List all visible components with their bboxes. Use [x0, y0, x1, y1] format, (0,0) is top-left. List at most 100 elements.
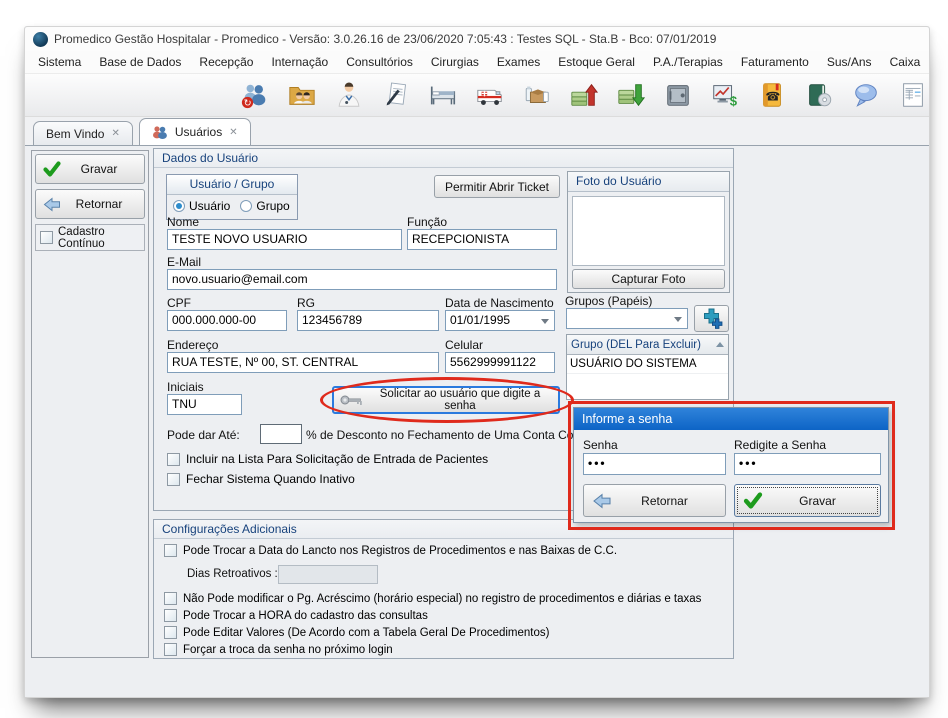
menu-item-consult-rios[interactable]: Consultórios: [337, 52, 422, 72]
menu-item-sistema[interactable]: Sistema: [29, 52, 90, 72]
config-checkbox-3[interactable]: [164, 626, 177, 639]
radio-grupo[interactable]: [240, 200, 252, 212]
menu-item-estoque-geral[interactable]: Estoque Geral: [549, 52, 644, 72]
check-icon: [743, 492, 763, 509]
cadastro-continuo-checkbox[interactable]: [40, 231, 53, 244]
endereco-label: Endereço: [167, 338, 218, 352]
fechar-sistema-option[interactable]: Fechar Sistema Quando Inativo: [167, 472, 355, 486]
config-checkbox-4[interactable]: [164, 643, 177, 656]
window-title: Promedico Gestão Hospitalar - Promedico …: [54, 32, 716, 46]
menu-item-caixa[interactable]: Caixa: [881, 52, 929, 72]
capturar-foto-button[interactable]: Capturar Foto: [572, 269, 725, 289]
data-nascimento-input[interactable]: 01/01/1995: [445, 310, 555, 331]
chat-icon[interactable]: [849, 78, 882, 112]
cpf-input[interactable]: 000.000.000-00: [167, 310, 287, 331]
nome-input[interactable]: TESTE NOVO USUARIO: [167, 229, 402, 250]
phonebook-icon[interactable]: ☎: [755, 78, 788, 112]
rg-input[interactable]: 123456789: [297, 310, 439, 331]
senha-input[interactable]: •••: [583, 453, 726, 475]
iniciais-input[interactable]: TNU: [167, 394, 242, 415]
tab-close-icon[interactable]: ✕: [229, 127, 237, 138]
grupos-combo-dropdown-icon[interactable]: [674, 317, 682, 322]
action-sidebar: Gravar Retornar Cadastro Contínuo: [31, 150, 149, 658]
menu-item-recep-o[interactable]: Recepção: [190, 52, 262, 72]
foto-preview: [572, 196, 725, 266]
solicitar-senha-button[interactable]: Solicitar ao usuário que digite a senha: [332, 386, 560, 414]
fechar-sistema-label: Fechar Sistema Quando Inativo: [186, 472, 355, 486]
funcao-input[interactable]: RECEPCIONISTA: [407, 229, 557, 250]
config-option-1[interactable]: Não Pode modificar o Pg. Acréscimo (horá…: [164, 592, 701, 605]
menu-item-faturamento[interactable]: Faturamento: [732, 52, 818, 72]
celular-input[interactable]: 5562999991122: [445, 352, 555, 373]
email-input[interactable]: novo.usuario@email.com: [167, 269, 557, 290]
menu-item-p-a-terapias[interactable]: P.A./Terapias: [644, 52, 732, 72]
retornar-button[interactable]: Retornar: [35, 189, 145, 219]
money-down-icon[interactable]: [615, 78, 648, 112]
config-option-0[interactable]: Pode Trocar a Data do Lancto nos Registr…: [164, 544, 617, 557]
menu-item-cirurgias[interactable]: Cirurgias: [422, 52, 488, 72]
grupos-combo[interactable]: [566, 308, 688, 329]
capturar-foto-label: Capturar Foto: [611, 272, 685, 286]
svg-text:☎: ☎: [765, 90, 780, 104]
tab-strip: Bem Vindo ✕ Usuários ✕: [25, 117, 929, 145]
users-tab-icon: [152, 125, 168, 139]
manual-icon[interactable]: [802, 78, 835, 112]
config-option-3[interactable]: Pode Editar Valores (De Acordo com a Tab…: [164, 626, 549, 639]
menu-item-interna-o[interactable]: Internação: [262, 52, 337, 72]
tab-usuarios[interactable]: Usuários ✕: [139, 118, 251, 145]
tab-close-icon[interactable]: ✕: [111, 128, 119, 139]
config-option-2[interactable]: Pode Trocar a HORA do cadastro das consu…: [164, 609, 428, 622]
permitir-abrir-ticket-button[interactable]: Permitir Abrir Ticket: [434, 175, 560, 198]
doctor-icon[interactable]: [333, 78, 366, 112]
gravar-button[interactable]: Gravar: [35, 154, 145, 184]
grupo-row[interactable]: USUÁRIO DO SISTEMA: [567, 355, 728, 374]
radio-usuario[interactable]: [173, 200, 185, 212]
tab-usuarios-label: Usuários: [175, 125, 222, 139]
endereco-input[interactable]: RUA TESTE, Nº 00, ST. CENTRAL: [167, 352, 439, 373]
grupos-grid: Grupo (DEL Para Excluir) USUÁRIO DO SIST…: [566, 334, 729, 400]
hospital-bed-icon[interactable]: [427, 78, 460, 112]
patients-folder-icon[interactable]: [286, 78, 319, 112]
finance-icon[interactable]: $: [708, 78, 741, 112]
usuario-grupo-title: Usuário / Grupo: [167, 175, 297, 195]
iniciais-label: Iniciais: [167, 380, 204, 394]
app-window: Promedico Gestão Hospitalar - Promedico …: [24, 26, 930, 698]
fechar-sistema-checkbox[interactable]: [167, 473, 180, 486]
incluir-lista-checkbox[interactable]: [167, 453, 180, 466]
config-checkbox-1[interactable]: [164, 592, 177, 605]
app-logo-icon: [33, 32, 48, 47]
dialog-gravar-button[interactable]: Gravar: [734, 484, 881, 517]
menu-item-exames[interactable]: Exames: [488, 52, 549, 72]
cadastro-continuo-label: Cadastro Contínuo: [58, 226, 140, 250]
cadastro-continuo-option[interactable]: Cadastro Contínuo: [35, 224, 145, 251]
money-up-icon[interactable]: [568, 78, 601, 112]
sort-asc-icon: [716, 342, 724, 347]
safe-icon[interactable]: [661, 78, 694, 112]
config-checkbox-0[interactable]: [164, 544, 177, 557]
menu-item-base-de-dados[interactable]: Base de Dados: [90, 52, 190, 72]
radio-usuario-label: Usuário: [189, 199, 230, 213]
ambulance-icon[interactable]: [474, 78, 507, 112]
incluir-lista-option[interactable]: Incluir na Lista Para Solicitação de Ent…: [167, 452, 488, 466]
incluir-lista-label: Incluir na Lista Para Solicitação de Ent…: [186, 452, 488, 466]
config-label-2: Pode Trocar a HORA do cadastro das consu…: [183, 610, 428, 622]
foto-usuario-box: Foto do Usuário Capturar Foto: [567, 171, 730, 293]
menu-item-sus-ans[interactable]: Sus/Ans: [818, 52, 881, 72]
config-option-4[interactable]: Forçar a troca da senha no próximo login: [164, 643, 393, 656]
radio-grupo-label: Grupo: [256, 199, 289, 213]
supplies-icon[interactable]: [521, 78, 554, 112]
dias-retroativos-input[interactable]: [278, 565, 378, 584]
informe-senha-dialog-title: Informe a senha: [574, 408, 888, 430]
tab-bem-vindo[interactable]: Bem Vindo ✕: [33, 121, 133, 145]
add-grupo-button[interactable]: [694, 305, 729, 332]
report-icon[interactable]: [896, 78, 929, 112]
grupos-grid-header[interactable]: Grupo (DEL Para Excluir): [567, 335, 728, 355]
config-checkbox-2[interactable]: [164, 609, 177, 622]
contract-icon[interactable]: [380, 78, 413, 112]
data-nascimento-label: Data de Nascimento: [445, 296, 554, 310]
redigite-senha-input[interactable]: •••: [734, 453, 881, 475]
date-dropdown-icon[interactable]: [541, 319, 549, 324]
users-sync-icon[interactable]: ↻: [239, 78, 272, 112]
dialog-retornar-button[interactable]: Retornar: [583, 484, 726, 517]
desconto-input[interactable]: [260, 424, 302, 444]
